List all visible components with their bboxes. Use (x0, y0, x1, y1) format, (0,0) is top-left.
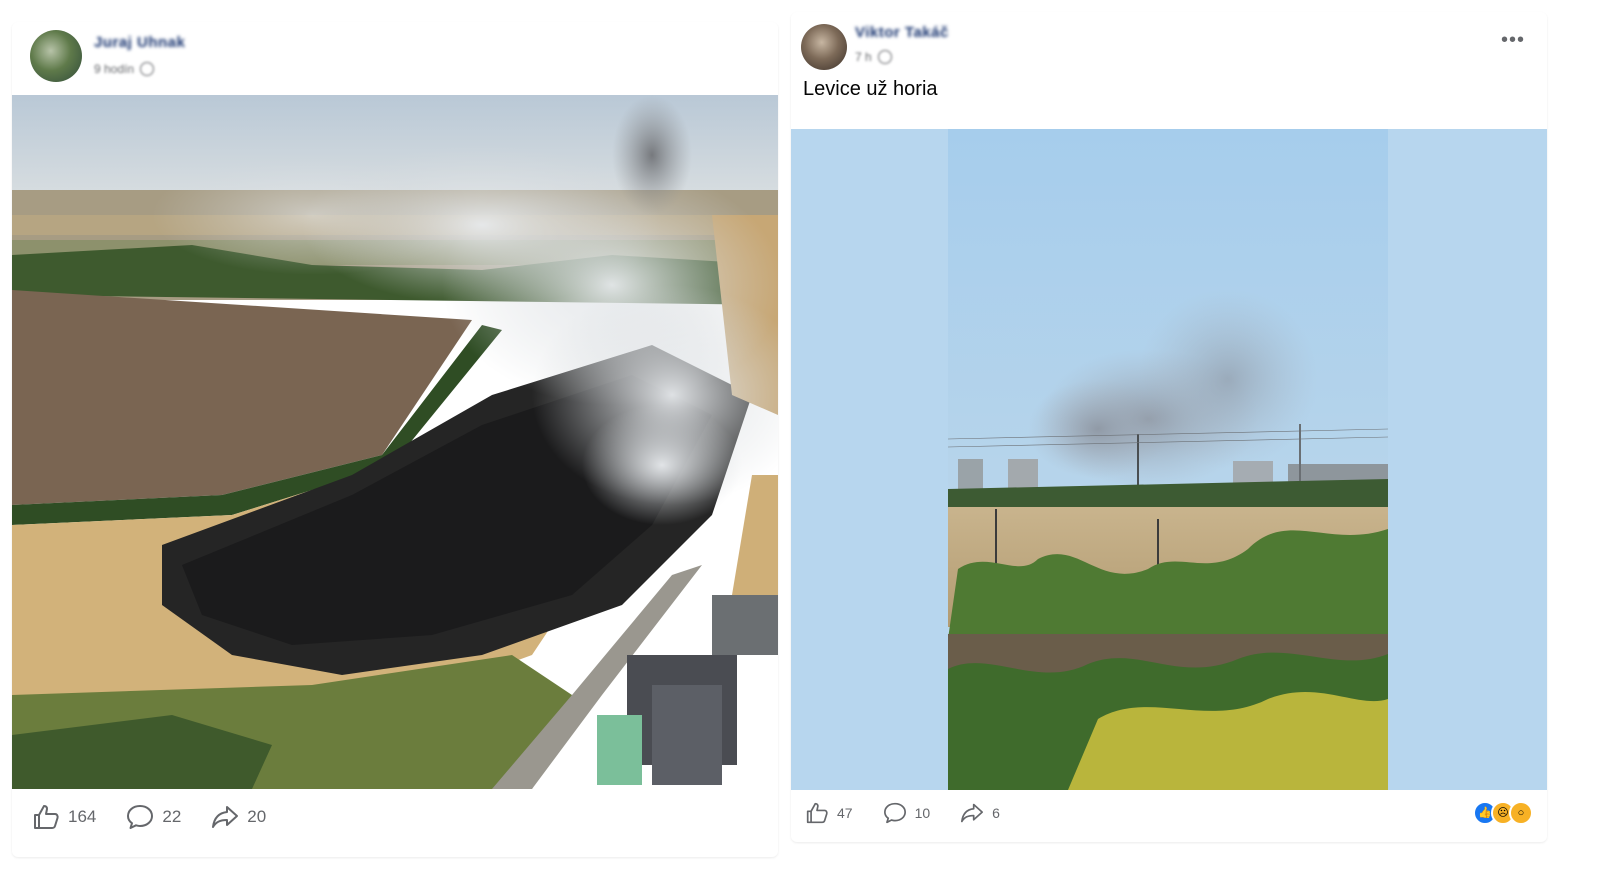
post-meta: 9 hodín (94, 62, 155, 76)
like-button[interactable]: 47 (805, 802, 853, 824)
post-actions: 164 22 20 (32, 804, 296, 830)
like-button[interactable]: 164 (32, 804, 96, 830)
post-actions: 47 10 6 (805, 802, 1030, 824)
globe-icon (877, 50, 892, 64)
post-card-2: Viktor Takáč 7 h ••• Levice už horia 47 … (791, 12, 1547, 842)
comment-button[interactable]: 22 (126, 804, 181, 830)
post-text: Levice už horia (803, 78, 938, 100)
post-time[interactable]: 7 h (855, 50, 872, 64)
wow-reaction-icon: ○ (1509, 801, 1533, 825)
thumb-up-icon (32, 804, 60, 830)
post-meta: 7 h (855, 50, 892, 64)
like-count: 164 (68, 807, 97, 826)
smoke-over-town-photo (791, 129, 1547, 790)
share-arrow-icon (960, 802, 984, 824)
globe-icon (140, 62, 155, 76)
comment-count: 22 (162, 807, 182, 826)
post-photo[interactable] (791, 129, 1547, 790)
author-avatar[interactable] (30, 30, 82, 82)
comment-bubble-icon (883, 802, 907, 824)
reaction-summary[interactable]: 👍 ☹ ○ (1473, 801, 1533, 825)
author-avatar[interactable] (801, 24, 847, 70)
page: Juraj Uhnak 9 hodín 164 22 20 Viktor Tak… (0, 0, 1600, 872)
share-button[interactable]: 6 (960, 802, 1000, 824)
thumb-up-icon (805, 802, 829, 824)
comment-bubble-icon (126, 804, 154, 830)
like-count: 47 (837, 805, 853, 821)
post-photo[interactable] (12, 95, 778, 789)
aerial-wildfire-photo (12, 95, 778, 789)
more-options-icon[interactable]: ••• (1501, 30, 1525, 50)
post-time[interactable]: 9 hodín (94, 62, 134, 76)
post-card-1: Juraj Uhnak 9 hodín 164 22 20 (12, 22, 778, 857)
share-count: 6 (992, 805, 1000, 821)
share-arrow-icon (211, 804, 239, 830)
author-name[interactable]: Viktor Takáč (855, 24, 949, 41)
share-button[interactable]: 20 (211, 804, 266, 830)
comment-count: 10 (914, 805, 931, 821)
author-name[interactable]: Juraj Uhnak (94, 34, 185, 51)
comment-button[interactable]: 10 (883, 802, 931, 824)
share-count: 20 (247, 807, 267, 826)
